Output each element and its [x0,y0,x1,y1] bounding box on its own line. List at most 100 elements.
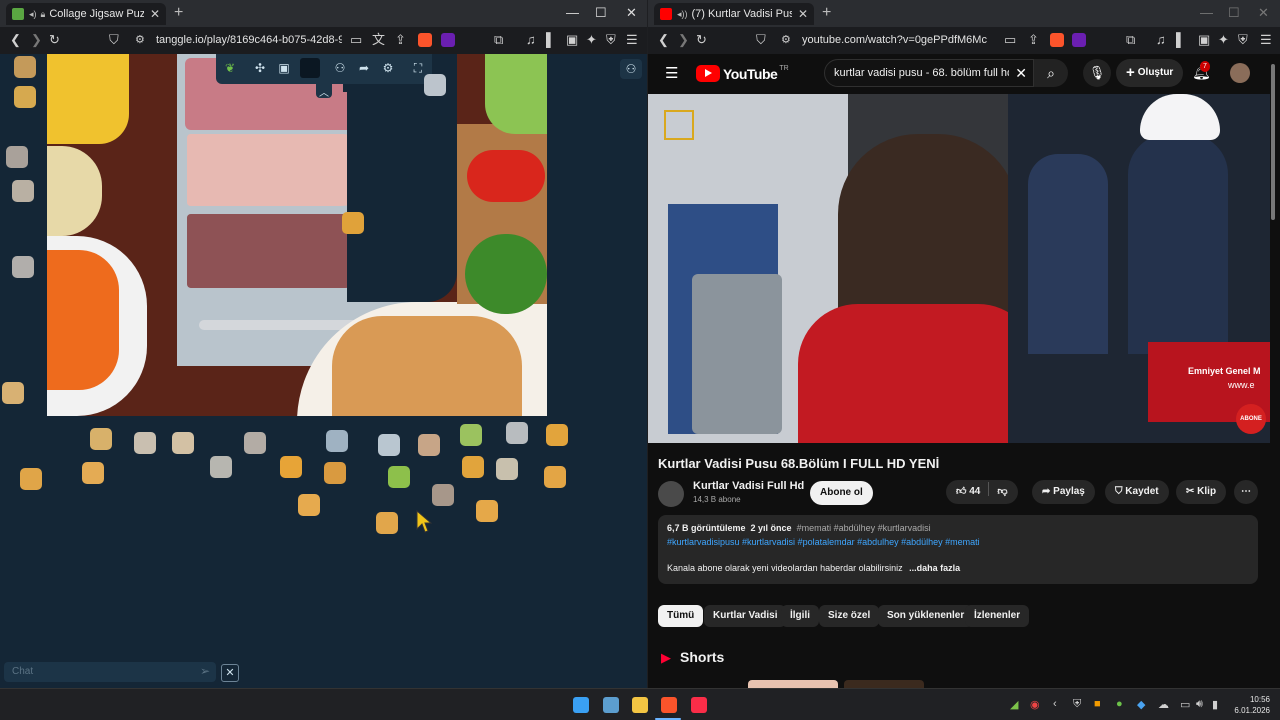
puzzle-piece[interactable] [82,462,104,484]
brave-rewards-icon[interactable] [441,33,455,47]
filter-chip-recent[interactable]: Son yüklenenler [878,605,974,627]
share-puzzle-icon[interactable]: ➦ [354,58,374,78]
brave-shields-icon[interactable] [1050,33,1064,47]
channel-name[interactable]: Kurtlar Vadisi Full Hd [693,480,804,492]
puzzle-piece[interactable] [244,432,266,454]
background-color-icon[interactable] [300,58,320,78]
puzzle-piece[interactable] [14,56,36,78]
avatar[interactable] [1230,63,1250,83]
puzzle-piece[interactable] [418,434,440,456]
puzzle-board[interactable] [47,54,547,416]
nvidia-tray-icon[interactable]: ◢ [1010,698,1018,711]
site-info-icon[interactable]: ⚙ [781,32,791,48]
brave-shields-icon[interactable] [418,33,432,47]
puzzle-piece[interactable] [546,424,568,446]
puzzle-piece[interactable] [376,512,398,534]
apple-music-icon[interactable] [691,697,707,713]
puzzle-piece[interactable] [172,432,194,454]
puzzle-piece[interactable] [326,430,348,452]
pieces-icon[interactable]: ✣ [250,58,270,78]
users-panel-icon[interactable]: ⚇ [620,59,642,79]
cast-icon[interactable]: ▭ [350,32,362,48]
channel-avatar[interactable] [658,481,684,507]
puzzle-piece[interactable] [424,74,446,96]
site-info-icon[interactable]: ⚙ [135,32,145,48]
description-hashtags[interactable]: #kurtlarvadisipusu #kurtlarvadisi #polat… [667,537,980,547]
back-icon[interactable]: ❮ [10,32,21,48]
close-chat-icon[interactable]: ✕ [221,664,239,682]
start-windows-icon[interactable] [573,697,589,713]
puzzle-piece[interactable] [342,212,364,234]
puzzle-piece[interactable] [460,424,482,446]
puzzle-piece[interactable] [280,456,302,478]
preview-image-icon[interactable]: ▣ [274,58,294,78]
create-button[interactable]: + Oluştur [1116,59,1184,87]
network-icon[interactable]: ▭ [1180,698,1190,711]
media-icon[interactable]: ♫ [1156,32,1166,48]
file-explorer-icon[interactable] [632,697,648,713]
extensions-icon[interactable]: ⧉ [1126,32,1135,48]
send-icon[interactable]: ➢ [200,664,210,678]
youtube-logo[interactable]: YouTube TR [696,65,789,82]
menu-icon[interactable]: ☰ [626,32,638,48]
tray-chevron-icon[interactable]: ‹ [1053,698,1057,710]
extensions-icon[interactable]: ⧉ [494,32,503,48]
puzzle-piece[interactable] [298,494,320,516]
share-icon[interactable]: ⇪ [1028,32,1039,48]
filter-chip-kurtlar-vadisi[interactable]: Kurtlar Vadisi [704,605,787,627]
app-tray-icon-2[interactable]: ■ [1094,698,1101,710]
leo-ai-icon[interactable]: ✦ [586,32,597,48]
settings-icon[interactable]: ⚙ [378,58,398,78]
bookmark-icon[interactable]: ⛉ [109,32,119,48]
sidebar-icon[interactable]: ▌ [1176,32,1185,48]
meta-hashtags[interactable]: #memati #abdülhey #kurtlarvadisi [797,523,931,533]
puzzle-piece[interactable] [388,466,410,488]
puzzle-piece[interactable] [210,456,232,478]
clear-search-icon[interactable]: ✕ [1015,65,1027,82]
puzzle-piece[interactable] [378,434,400,456]
video-player[interactable]: Emniyet Genel M www.e ABONE OL [648,94,1270,443]
brave-browser-icon[interactable] [661,697,677,713]
vpn-icon[interactable]: ⛨ [606,32,616,48]
battery-icon[interactable]: ▮ [1212,698,1218,711]
menu-icon[interactable]: ☰ [1260,32,1272,48]
puzzle-piece[interactable] [506,422,528,444]
puzzle-piece[interactable] [134,432,156,454]
close-tab-icon[interactable]: ✕ [798,7,808,21]
close-window-icon[interactable]: ✕ [626,5,637,21]
forward-icon[interactable]: ❯ [678,32,689,48]
reload-icon[interactable]: ↻ [49,32,60,48]
translate-icon[interactable]: 文 [372,32,385,48]
filter-chip-watched[interactable]: İzlenenler [965,605,1030,627]
vpn-icon[interactable]: ⛨ [1238,32,1248,48]
description-box[interactable]: 6,7 B görüntüleme 2 yıl önce #memati #ab… [658,515,1258,584]
media-icon[interactable]: ♫ [526,32,536,48]
thumb-down-icon[interactable]: 👎︎ [997,486,1007,497]
leo-ai-icon[interactable]: ✦ [1218,32,1229,48]
subscribe-overlay-badge[interactable]: ABONE OL [1236,404,1266,434]
filter-chip-for-you[interactable]: Size özel [819,605,880,627]
puzzle-piece[interactable] [544,466,566,488]
tab-youtube-video[interactable]: ◂)) (7) Kurtlar Vadisi Pusu 68.Bölü ✕ [654,3,814,25]
filter-chip-all[interactable]: Tümü [658,605,704,627]
chat-input[interactable]: Chat ➢ [4,662,216,682]
new-tab-icon[interactable]: + [822,4,831,22]
onedrive-icon[interactable]: ☁ [1158,698,1169,711]
address-bar[interactable]: tanggle.io/play/8169c464-b075-42d8-9bef.… [156,31,342,50]
puzzle-piece[interactable] [12,256,34,278]
page-scrollbar[interactable] [1271,64,1275,220]
more-actions-icon[interactable]: ⋯ [1234,480,1258,504]
wallet-icon[interactable]: ▣ [1198,32,1210,48]
security-tray-icon[interactable]: ⛨ [1073,698,1081,711]
clip-button[interactable]: ✂ Klip [1176,480,1227,504]
players-icon[interactable]: ⚇ [330,58,350,78]
like-button[interactable]: 👍︎ 44 👎︎ [946,480,1018,504]
subscribe-button[interactable]: Abone ol [810,481,873,505]
app-tray-icon-4[interactable]: ◆ [1137,698,1145,711]
sidebar-icon[interactable]: ▌ [546,32,555,48]
brave-rewards-icon[interactable] [1072,33,1086,47]
close-tab-icon[interactable]: ✕ [150,7,160,21]
maximize-icon[interactable]: ☐ [595,5,607,21]
back-icon[interactable]: ❮ [658,32,669,48]
puzzle-piece[interactable] [6,146,28,168]
